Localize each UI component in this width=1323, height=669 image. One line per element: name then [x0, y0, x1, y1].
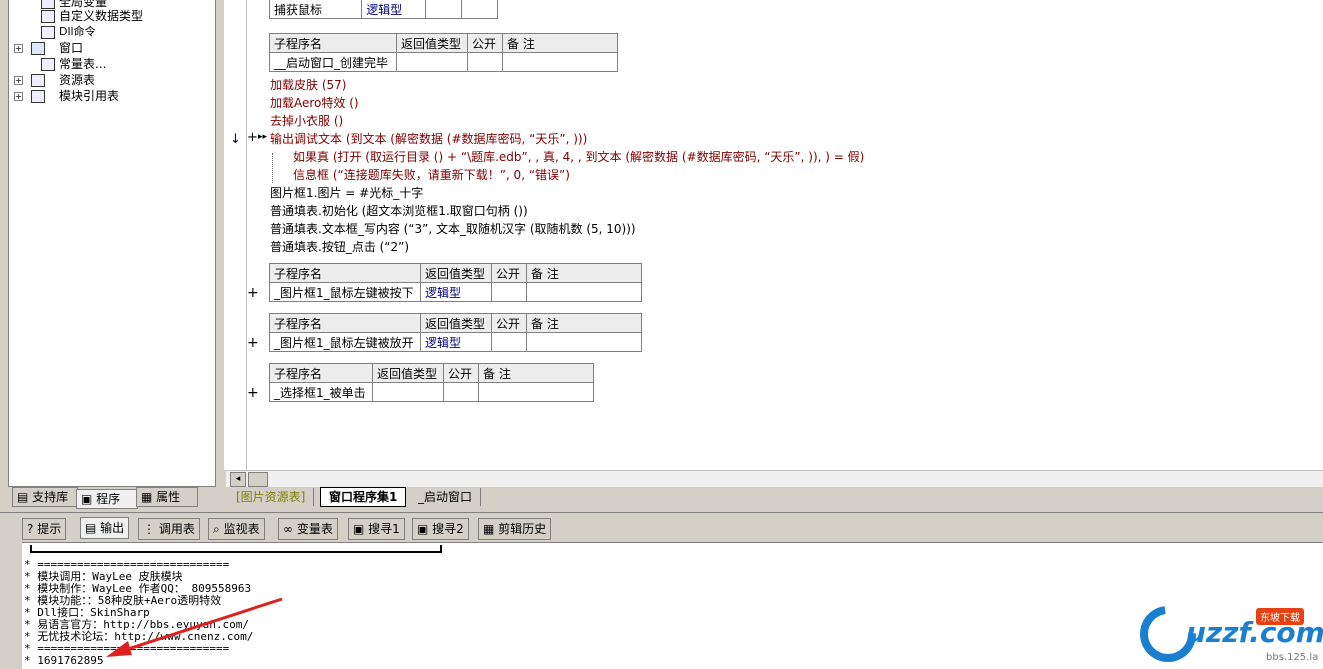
horizontal-scrollbar[interactable]: ◂ — [226, 470, 1323, 487]
scroll-thumb[interactable] — [248, 472, 268, 487]
tab-output[interactable]: ▤ 输出 — [80, 517, 130, 539]
dll-icon — [41, 26, 55, 39]
code-line[interactable]: 加载皮肤 (57) — [270, 76, 346, 94]
expand-icon[interactable]: + — [14, 76, 23, 85]
search-icon: ▣ — [353, 522, 365, 536]
resources-icon — [31, 74, 45, 87]
tab-variables[interactable]: ∞ 变量表 — [278, 518, 338, 540]
sub-table-mouse-up: 子程序名 返回值类型 公开备 注 _图片框1_鼠标左键被放开 逻辑型 — [269, 313, 642, 352]
splitter[interactable] — [0, 512, 1323, 513]
properties-icon: ▦ — [141, 490, 153, 504]
data-type-icon — [41, 10, 55, 23]
project-tree[interactable]: 全局变量 自定义数据类型 Dll命令 + 窗口 常量表... + 资源表 + 模… — [8, 0, 216, 487]
watermark-logo: 东坡下载 uzzf.com bbs.125.la — [1140, 600, 1323, 666]
call-stack-icon: ⋮ — [143, 522, 155, 536]
output-box-fragment — [30, 545, 442, 553]
code-line-current[interactable]: 输出调试文本 (到文本 (解密数据 (#数据库密码, “天乐”, ))) — [270, 130, 587, 148]
editor-gutter — [224, 0, 247, 470]
sub-table-partial: 捕获鼠标 逻辑型 — [268, 0, 498, 19]
tab-window-program-set[interactable]: 窗口程序集1 — [320, 487, 407, 507]
current-line-icon: ▸▸ — [258, 132, 268, 142]
code-line[interactable]: 如果真 (打开 (取运行目录 () + “\题库.edb”, , 真, 4, ,… — [293, 148, 864, 166]
expand-icon[interactable]: + — [247, 130, 258, 145]
search-icon: ▣ — [417, 522, 429, 536]
output-icon: ▤ — [85, 521, 97, 535]
scroll-left-icon[interactable]: ◂ — [230, 472, 246, 487]
expand-icon[interactable]: + — [247, 385, 259, 401]
code-line[interactable]: 图片框1.图片 = #光标_十字 — [270, 184, 423, 202]
program-icon: ▣ — [81, 492, 93, 506]
expand-icon[interactable]: + — [14, 92, 23, 101]
code-line[interactable]: 加载Aero特效 () — [270, 94, 359, 112]
sub-table-mouse-down: 子程序名 返回值类型 公开备 注 _图片框1_鼠标左键被按下 逻辑型 — [269, 263, 642, 302]
code-line[interactable]: 普通填表.文本框_写内容 (“3”, 文本_取随机汉字 (取随机数 (5, 10… — [270, 220, 636, 238]
sub-table-startup: 子程序名 返回值类型 公开备 注 __启动窗口_创建完毕 — [269, 33, 618, 72]
code-line[interactable]: 去掉小衣服 () — [270, 112, 343, 130]
code-line[interactable]: 普通填表.按钮_点击 (“2”) — [270, 238, 409, 256]
branch-guide — [272, 153, 274, 183]
tab-image-resources[interactable]: [图片资源表] — [228, 488, 315, 506]
tab-clip-history[interactable]: ▦ 剪辑历史 — [478, 518, 552, 540]
magnifier-icon: ⌕ — [213, 522, 220, 536]
tab-startup-window[interactable]: _启动窗口 — [410, 488, 482, 506]
window-icon — [31, 42, 45, 55]
tab-watch[interactable]: ⌕ 监视表 — [208, 518, 265, 540]
constants-icon — [41, 58, 55, 71]
globals-icon — [41, 0, 55, 9]
tab-call-stack[interactable]: ⋮ 调用表 — [138, 518, 200, 540]
tab-search1[interactable]: ▣ 搜寻1 — [348, 518, 405, 540]
book-icon: ▤ — [17, 490, 29, 504]
variables-icon: ∞ — [283, 522, 293, 536]
output-panel[interactable]: * ============================= * 模块调用：W… — [22, 542, 1323, 669]
annotation-arrow-icon — [106, 597, 283, 657]
code-line[interactable]: 信息框 (“连接题库失败，请重新下载！”, 0, “错误”) — [293, 166, 570, 184]
tab-support-library[interactable]: ▤ 支持库 — [12, 487, 78, 507]
code-line[interactable]: 普通填表.初始化 (超文本浏览框1.取窗口句柄 ()) — [270, 202, 528, 220]
expand-icon[interactable]: + — [247, 285, 259, 301]
breakpoint-arrow-icon: ↓ — [230, 132, 241, 147]
tab-properties[interactable]: ▦ 属性 — [136, 487, 198, 507]
expand-icon[interactable]: + — [14, 44, 23, 53]
clipboard-icon: ▦ — [483, 522, 495, 536]
tab-hint[interactable]: ? 提示 — [22, 518, 67, 540]
tab-program[interactable]: ▣ 程序 — [76, 489, 138, 509]
editor-tab-bar: [图片资源表] 窗口程序集1 _启动窗口 — [224, 487, 1323, 508]
tab-search2[interactable]: ▣ 搜寻2 — [412, 518, 469, 540]
expand-icon[interactable]: + — [247, 335, 259, 351]
module-icon — [31, 90, 45, 103]
question-icon: ? — [27, 522, 34, 536]
sub-table-checkbox-click: 子程序名 返回值类型 公开备 注 _选择框1_被单击 — [269, 363, 594, 402]
